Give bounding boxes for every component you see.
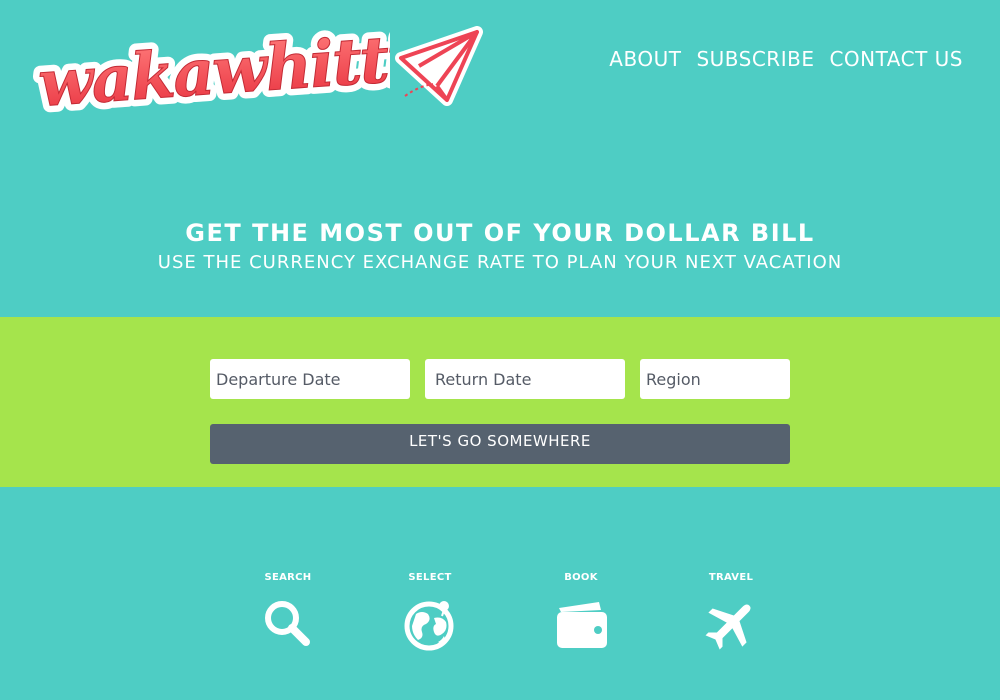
step-select: SELECT — [380, 570, 480, 652]
magnifier-icon — [265, 601, 310, 646]
nav-subscribe[interactable]: SUBSCRIBE — [696, 47, 814, 71]
region-input[interactable] — [640, 359, 790, 399]
paper-plane-icon — [395, 26, 483, 106]
wallet-icon — [557, 602, 607, 648]
hero-subtitle: USE THE CURRENCY EXCHANGE RATE TO PLAN Y… — [157, 252, 843, 273]
site-header: wakawhitti wakawhitti ABOUT SUBSCRIBE CO… — [0, 0, 1000, 130]
return-date-input[interactable] — [425, 359, 625, 399]
brand-logo[interactable]: wakawhitti wakawhitti — [30, 20, 490, 115]
steps-section: SEARCH SELECT BOOK TRAVEL — [0, 570, 1000, 660]
step-travel-label: TRAVEL — [708, 572, 754, 583]
nav-contact-us[interactable]: CONTACT US — [829, 47, 963, 71]
step-book: BOOK — [531, 570, 631, 652]
logo-wordmark-fill: wakawhitti — [36, 21, 390, 115]
departure-date-input[interactable] — [210, 359, 410, 399]
step-book-label: BOOK — [564, 572, 598, 583]
search-form: LET'S GO SOMEWHERE — [0, 317, 1000, 487]
airplane-icon — [705, 604, 751, 650]
step-travel: TRAVEL — [681, 570, 781, 652]
logo-wordmark: wakawhitti wakawhitti — [30, 20, 390, 115]
main-nav: ABOUT SUBSCRIBE CONTACT US — [609, 47, 963, 71]
step-search-label: SEARCH — [264, 572, 312, 583]
hero-section: GET THE MOST OUT OF YOUR DOLLAR BILL USE… — [0, 215, 1000, 275]
step-search: SEARCH — [238, 570, 338, 652]
lets-go-somewhere-button[interactable]: LET'S GO SOMEWHERE — [210, 424, 790, 464]
hero-title: GET THE MOST OUT OF YOUR DOLLAR BILL — [185, 219, 815, 247]
step-select-label: SELECT — [408, 572, 452, 583]
globe-icon — [404, 601, 454, 651]
nav-about[interactable]: ABOUT — [609, 47, 681, 71]
